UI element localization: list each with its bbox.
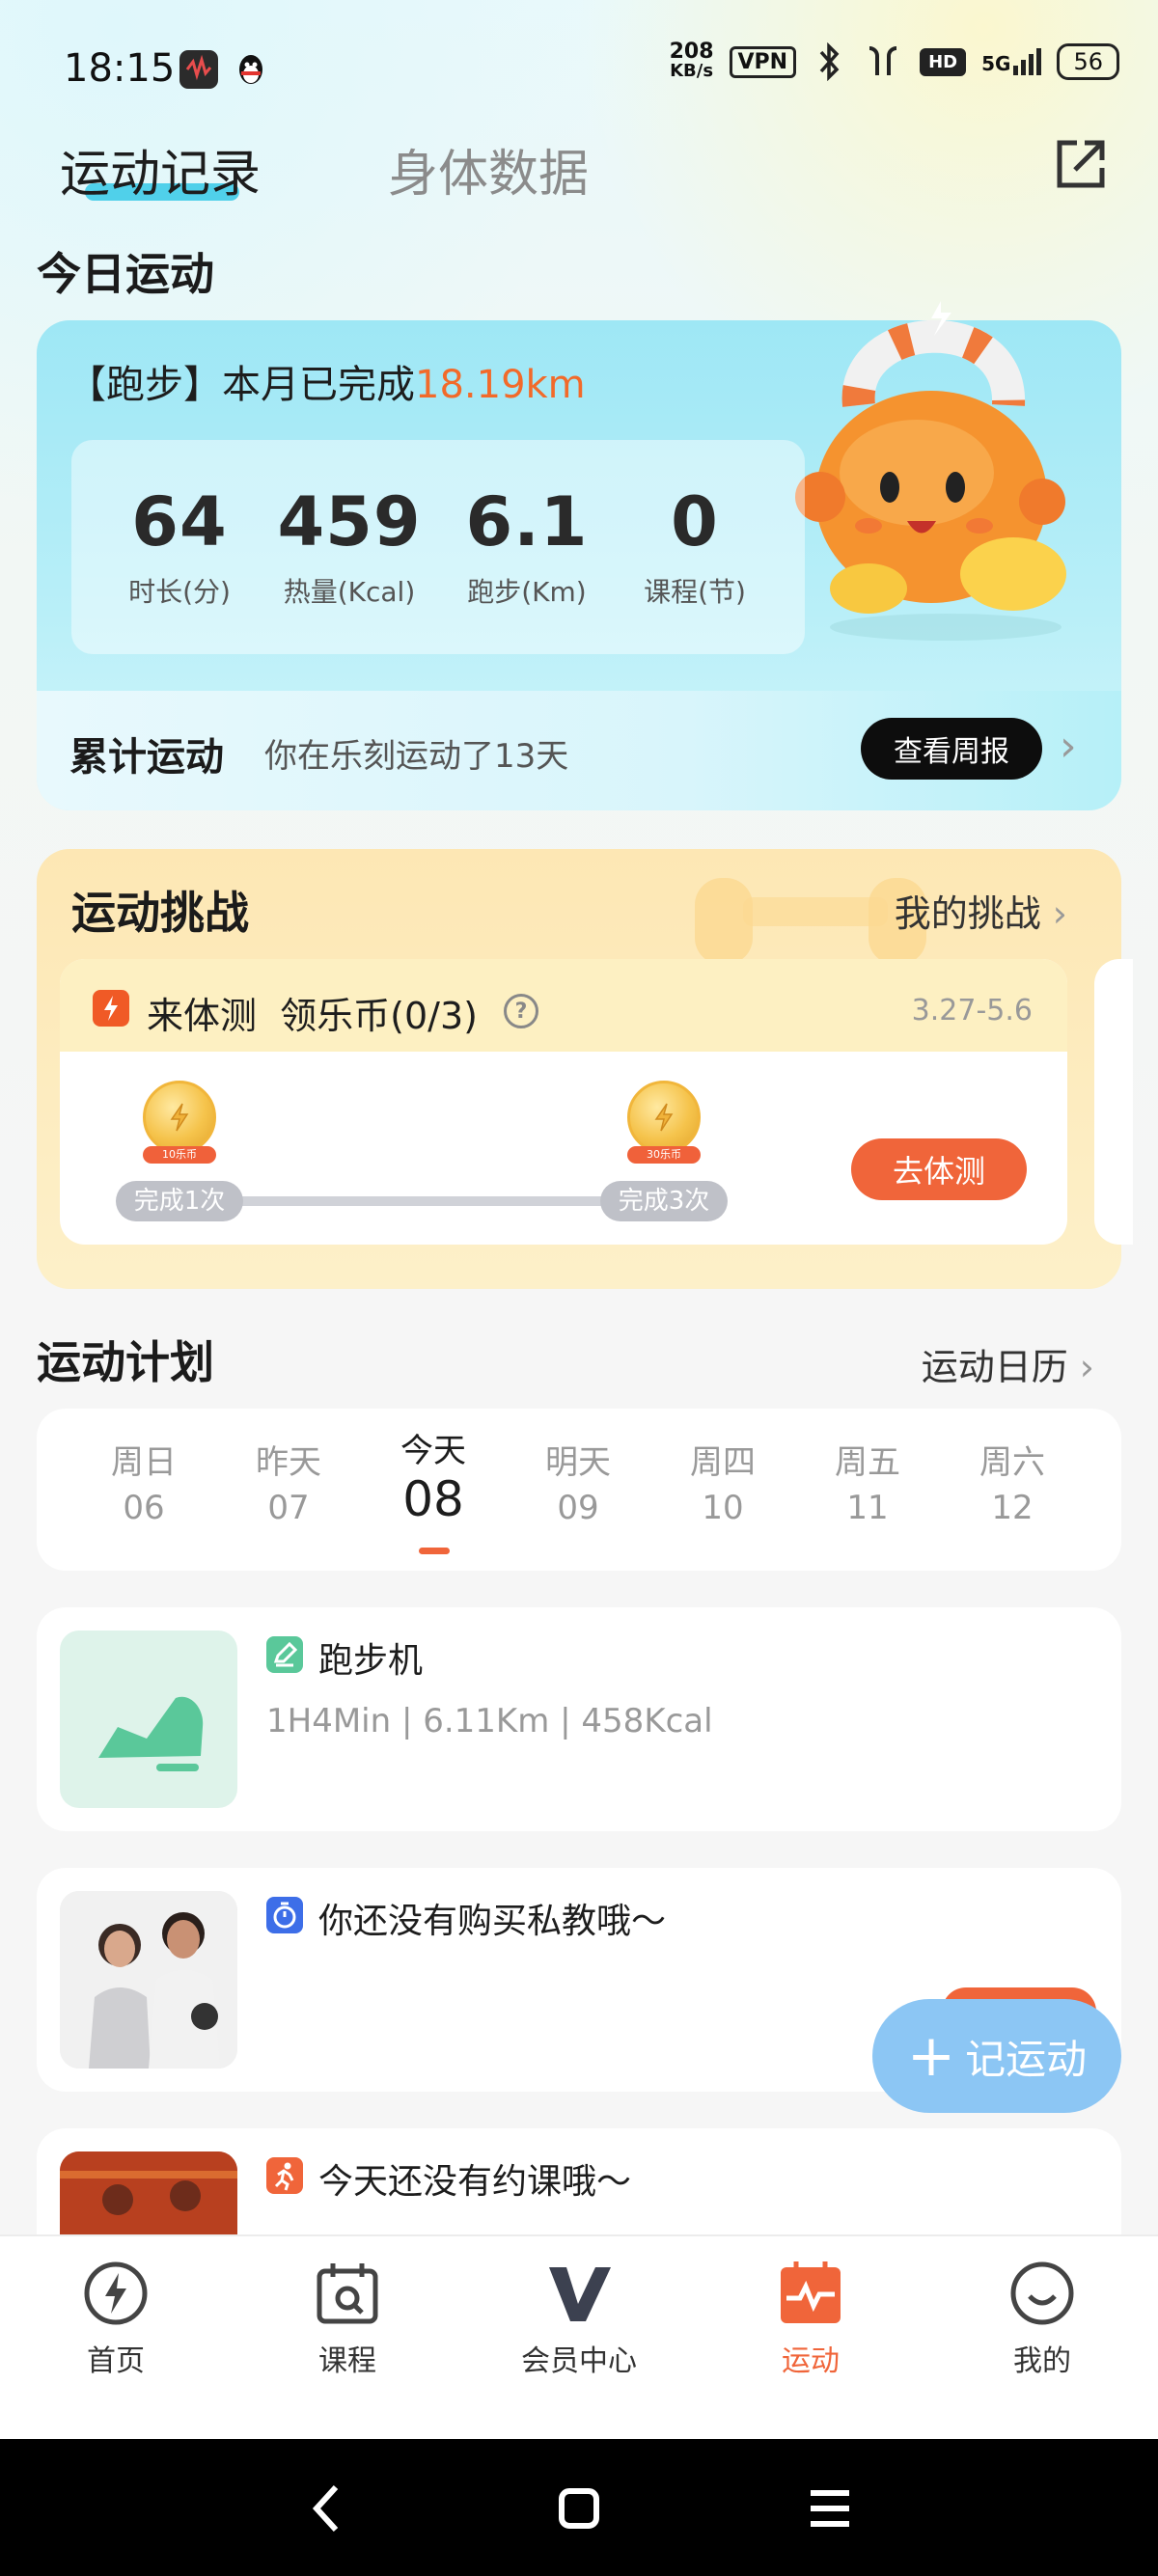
no-trainer-text: 你还没有购买私教哦～ — [318, 1902, 667, 1941]
mascot-illustration — [772, 280, 1090, 656]
timer-icon — [266, 1897, 303, 1933]
go-body-test-button[interactable]: 去体测 — [851, 1138, 1027, 1200]
monthly-distance: 18.19km — [415, 363, 586, 407]
share-icon[interactable] — [1052, 135, 1110, 193]
nav-profile[interactable]: 我的 — [965, 2260, 1119, 2379]
milestone-2: 30乐币 — [627, 1081, 701, 1164]
plan-section-title: 运动计划 — [37, 1336, 214, 1388]
day-today[interactable]: 今天 08 — [380, 1424, 486, 1527]
challenge-date-range: 3.27-5.6 — [911, 994, 1033, 1028]
day-tomorrow[interactable]: 明天 09 — [525, 1436, 631, 1527]
cumulative-label: 累计运动 — [69, 735, 224, 780]
shoe-icon — [60, 1631, 237, 1808]
running-person-icon — [266, 2157, 303, 2194]
help-icon[interactable]: ? — [504, 994, 538, 1028]
next-challenge-peek[interactable] — [1094, 959, 1133, 1245]
day-sat[interactable]: 周六 12 — [959, 1436, 1065, 1527]
chevron-right-icon: › — [1052, 892, 1067, 935]
back-icon[interactable] — [290, 2470, 367, 2547]
day-fri[interactable]: 周五 11 — [814, 1436, 921, 1527]
day-thu[interactable]: 周四 10 — [670, 1436, 776, 1527]
vpn-icon: VPN — [729, 45, 797, 78]
milestone-1-label: 完成1次 — [116, 1181, 243, 1221]
vip-icon — [549, 2267, 611, 2321]
nav-home[interactable]: 首页 — [39, 2260, 193, 2379]
menu-icon[interactable] — [791, 2470, 868, 2547]
monthly-running-summary: 【跑步】本月已完成18.19km — [68, 363, 586, 407]
exercise-calendar-link[interactable]: 运动日历 › — [922, 1337, 1094, 1390]
day-yesterday[interactable]: 昨天 07 — [235, 1436, 342, 1527]
cumulative-text: 你在乐刻运动了13天 — [264, 737, 569, 776]
view-weekly-report-button[interactable]: 查看周报 — [861, 718, 1042, 780]
coin-icon — [627, 1081, 701, 1154]
treadmill-stats: 1H4Min | 6.11Km | 458Kcal — [266, 1702, 713, 1740]
hd-icon: HD — [920, 47, 967, 76]
earbuds-icon — [868, 46, 897, 75]
log-exercise-fab[interactable]: + 记运动 — [872, 1999, 1121, 2113]
stat-courses: 0 课程(节) — [644, 482, 746, 608]
challenge-task-name: 来体测 领乐币(0/3) — [147, 995, 478, 1037]
nav-sport[interactable]: 运动 — [733, 2260, 888, 2379]
treadmill-title: 跑步机 — [318, 1641, 424, 1681]
battery-indicator: 56 — [1057, 43, 1119, 80]
stat-calories: 459 热量(Kcal) — [277, 482, 422, 608]
status-icons: 208 KB/s VPN HD 5G 56 — [669, 40, 1119, 81]
coin-icon — [143, 1081, 216, 1154]
no-class-text: 今天还没有约课哦～ — [318, 2162, 632, 2202]
stat-duration: 64 时长(分) — [128, 482, 231, 608]
app-notification-icon — [179, 50, 218, 89]
edit-icon — [266, 1636, 303, 1673]
qq-icon — [232, 50, 270, 89]
challenge-section-title: 运动挑战 — [71, 887, 249, 939]
tab-exercise-record[interactable]: 运动记录 — [60, 133, 261, 206]
milestone-2-label: 完成3次 — [600, 1181, 728, 1221]
plus-icon: + — [906, 2022, 956, 2090]
nav-vip[interactable]: 会员中心 — [502, 2260, 656, 2379]
bluetooth-icon — [819, 42, 840, 81]
stat-running: 6.1 跑步(Km) — [465, 482, 589, 608]
signal-icon: 5G — [981, 48, 1042, 75]
calendar-icon — [317, 2263, 378, 2324]
sport-calendar-icon — [781, 2261, 841, 2323]
tab-body-data[interactable]: 身体数据 — [388, 133, 589, 206]
chevron-right-icon: › — [1079, 1346, 1094, 1388]
milestone-1: 10乐币 — [143, 1081, 216, 1164]
challenge-progress-track — [178, 1196, 660, 1206]
profile-face-icon — [1010, 2261, 1074, 2325]
bolt-icon — [93, 990, 129, 1027]
my-challenge-link[interactable]: 我的挑战 › — [895, 884, 1067, 937]
home-square-icon[interactable] — [540, 2470, 618, 2547]
day-sun[interactable]: 周日 06 — [91, 1436, 197, 1527]
status-time: 18:15 — [64, 46, 176, 91]
nav-courses[interactable]: 课程 — [270, 2260, 425, 2379]
class-photo — [60, 2151, 237, 2234]
net-speed: 208 KB/s — [669, 40, 714, 81]
trainer-photo — [60, 1891, 237, 2069]
chevron-right-icon[interactable]: › — [1060, 722, 1077, 771]
today-indicator — [419, 1548, 450, 1554]
today-section-title: 今日运动 — [37, 248, 214, 300]
home-bolt-icon — [84, 2261, 148, 2325]
